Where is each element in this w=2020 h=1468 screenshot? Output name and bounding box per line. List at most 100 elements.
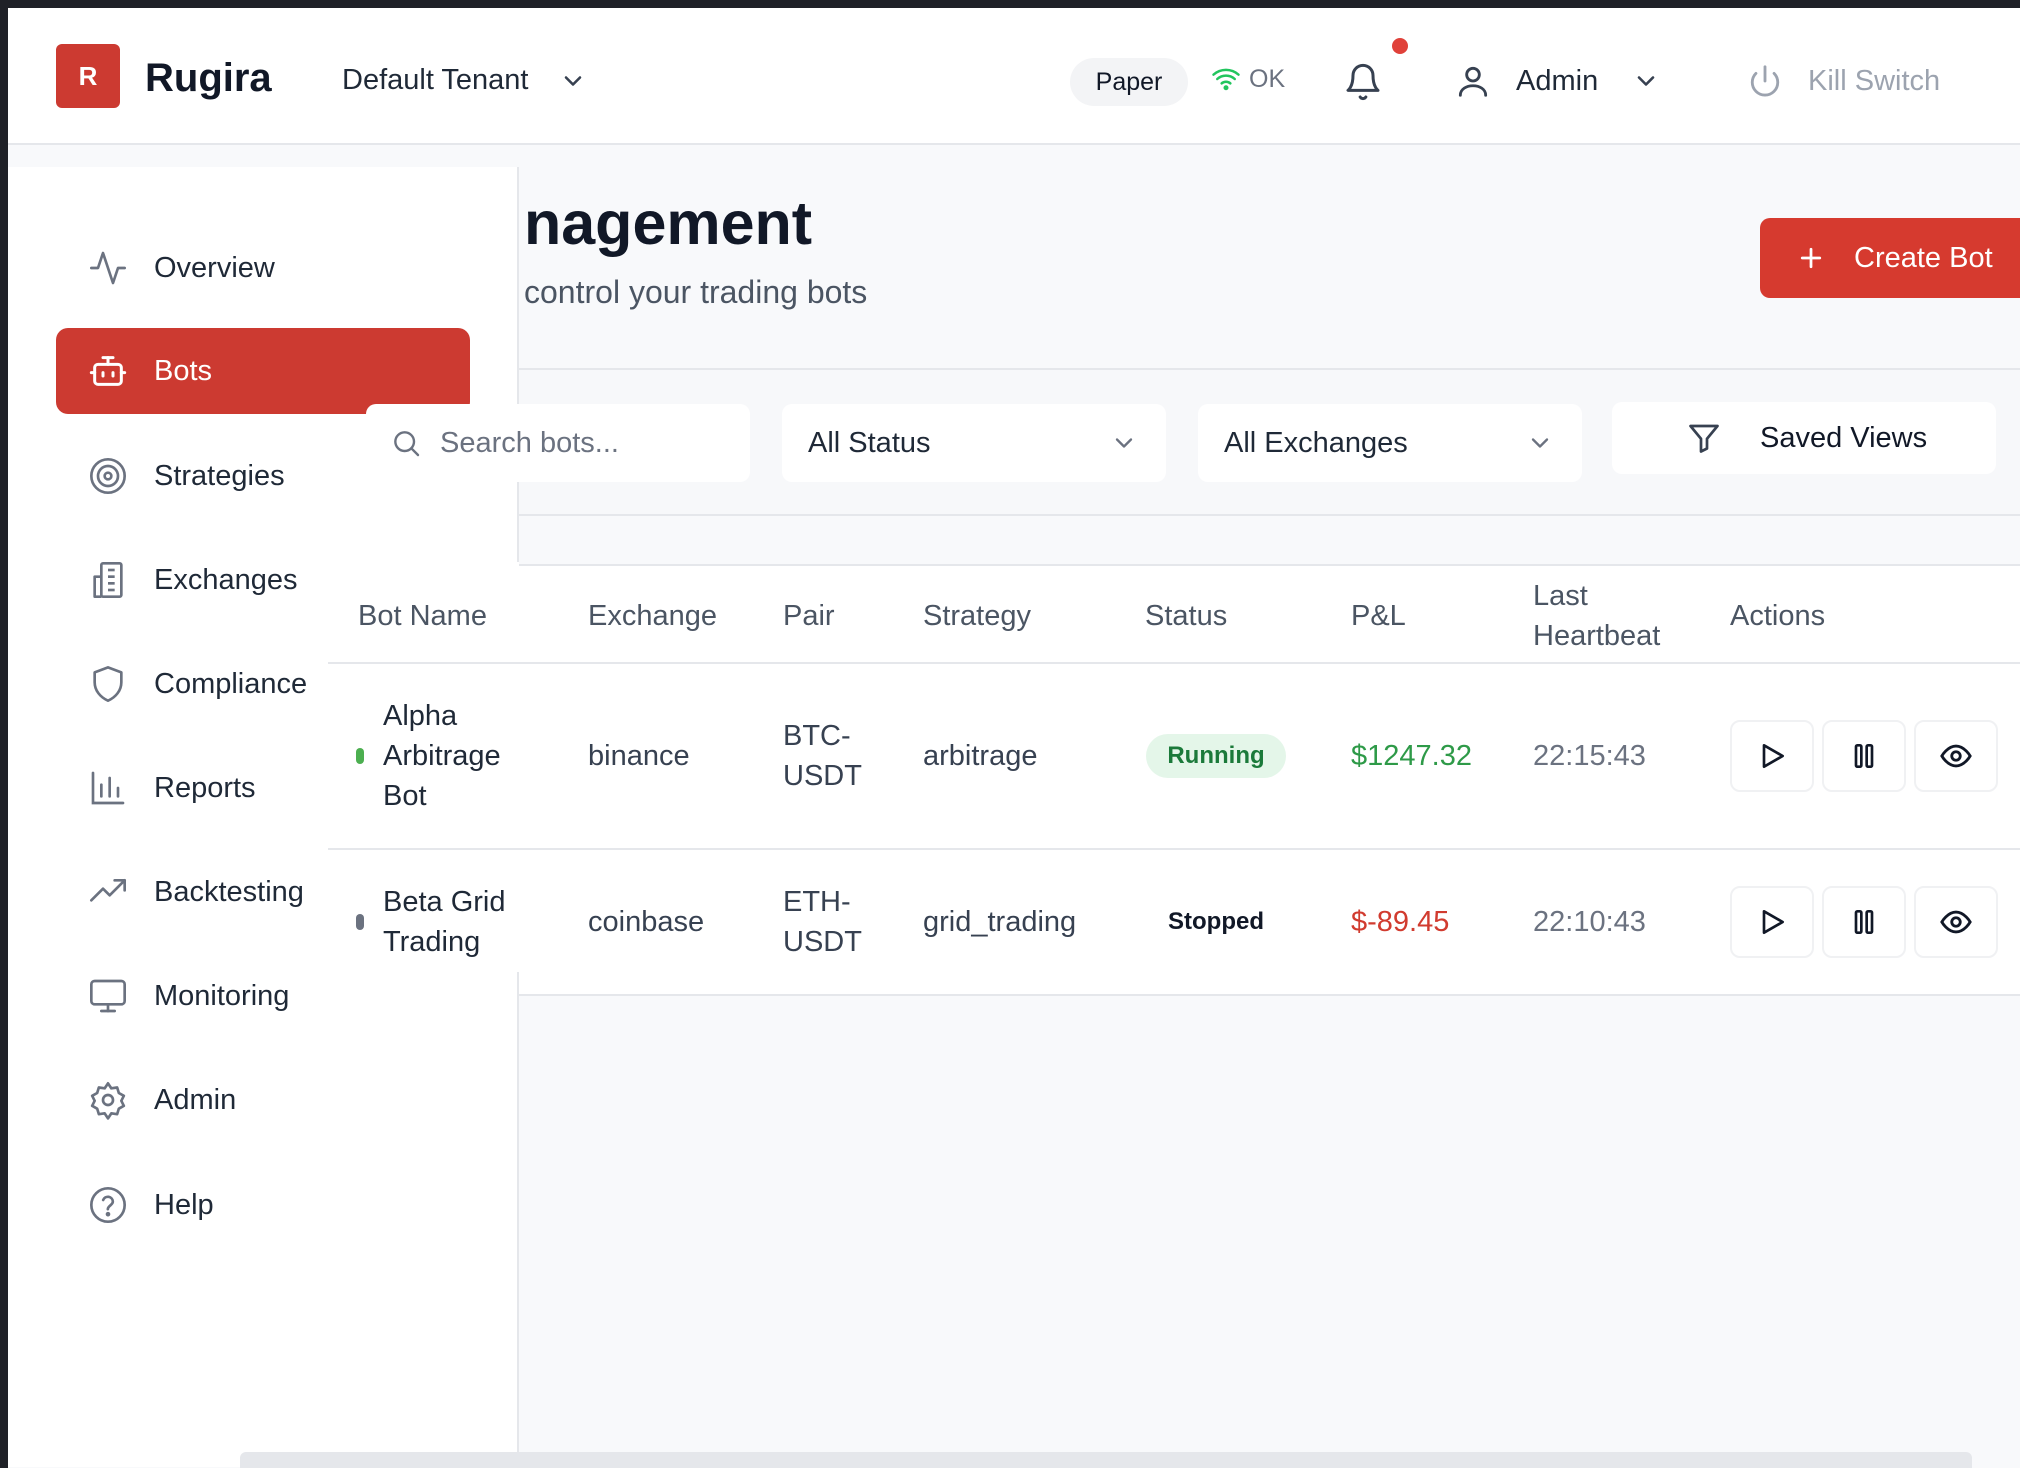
power-icon	[1750, 65, 1780, 97]
column-header-strategy[interactable]: Strategy	[923, 596, 1031, 637]
saved-views-label: Saved Views	[1760, 421, 1928, 454]
connection-status: OK	[1211, 64, 1285, 94]
sidebar-item-monitoring[interactable]: Monitoring	[56, 953, 470, 1039]
eye-icon	[1940, 744, 1972, 768]
sidebar-item-backtesting[interactable]: Backtesting	[56, 849, 470, 935]
user-name: Admin	[1516, 64, 1599, 97]
cell-heartbeat: 22:15:43	[1533, 740, 1646, 772]
cell-strategy: grid_trading	[923, 906, 1077, 938]
sidebar-item-exchanges[interactable]: Exchanges	[56, 537, 470, 623]
sidebar-item-label: Overview	[154, 251, 275, 284]
horizontal-scrollbar[interactable]	[240, 1452, 1972, 1468]
help-icon	[90, 1187, 126, 1223]
pause-icon	[1854, 744, 1874, 768]
wifi-icon	[1212, 68, 1240, 91]
column-header-actions: Actions	[1730, 600, 1826, 632]
building-icon	[93, 562, 123, 598]
cell-pair-line1: ETH-	[783, 886, 851, 918]
cell-pair-line1: BTC-	[783, 720, 851, 752]
tenant-selector[interactable]: Default Tenant	[342, 64, 587, 97]
sidebar-item-reports[interactable]: Reports	[56, 745, 470, 831]
pause-icon	[1854, 910, 1874, 934]
sidebar-item-admin[interactable]: Admin	[56, 1057, 470, 1143]
kill-switch-button[interactable]: Kill Switch	[1748, 64, 1940, 98]
plus-icon	[1800, 247, 1822, 269]
logo: R	[56, 44, 120, 108]
sidebar-item-label: Strategies	[154, 459, 285, 492]
column-header-heartbeat-line2[interactable]: Heartbeat	[1533, 616, 1660, 657]
user-menu[interactable]: Admin	[1454, 62, 1660, 100]
chevron-down-icon	[1637, 76, 1655, 86]
column-header-pair[interactable]: Pair	[783, 596, 835, 637]
page-subtitle: control your trading bots	[524, 274, 868, 310]
sidebar-item-overview[interactable]: Overview	[56, 225, 470, 311]
bot-icon	[89, 356, 127, 386]
user-icon	[1458, 66, 1488, 97]
view-bot-button[interactable]	[1914, 720, 1998, 792]
cell-pair-line2: USDT	[783, 760, 862, 792]
cell-exchange: coinbase	[588, 906, 705, 938]
sidebar-item-compliance[interactable]: Compliance	[56, 641, 470, 727]
create-bot-button[interactable]: Create Bot	[1760, 218, 2020, 298]
top-bar: R Rugira Default Tenant Paper OK Admin K…	[8, 8, 2020, 145]
column-header-exchange[interactable]: Exchange	[588, 596, 717, 637]
view-bot-button[interactable]	[1914, 886, 1998, 958]
cell-pnl: $1247.32	[1351, 740, 1472, 772]
saved-views-button[interactable]: Saved Views	[1612, 402, 1996, 474]
exchange-filter-select[interactable]: All Exchanges	[1198, 404, 1582, 482]
monitor-icon	[90, 979, 126, 1013]
sidebar-item-label: Exchanges	[154, 563, 298, 596]
start-bot-button[interactable]	[1730, 720, 1814, 792]
sidebar-item-label: Reports	[154, 771, 256, 804]
cell-pair-line2: USDT	[783, 926, 862, 958]
search-icon	[394, 431, 420, 457]
sidebar-item-label: Help	[154, 1188, 214, 1221]
cell-pnl: $-89.45	[1351, 906, 1450, 938]
sidebar-item-help[interactable]: Help	[56, 1162, 470, 1248]
kill-switch-label: Kill Switch	[1808, 64, 1941, 97]
sidebar-item-bots[interactable]: Bots	[56, 328, 470, 414]
trending-up-icon	[90, 879, 126, 902]
cell-exchange: binance	[588, 740, 690, 772]
bar-chart-icon	[91, 771, 125, 805]
column-header-status[interactable]: Status	[1145, 596, 1227, 637]
status-badge: Running	[1146, 734, 1286, 778]
sidebar-item-label: Admin	[154, 1083, 237, 1116]
play-icon	[1762, 744, 1784, 768]
activity-icon	[90, 251, 126, 285]
start-bot-button[interactable]	[1730, 886, 1814, 958]
status-filter-select[interactable]: All Status	[782, 404, 1166, 482]
chevron-down-icon	[564, 75, 581, 86]
target-icon	[90, 458, 126, 494]
filter-icon	[1689, 424, 1719, 453]
search-placeholder: Search bots...	[440, 426, 619, 459]
chevron-down-icon	[1115, 438, 1133, 448]
sidebar-item-label: Compliance	[154, 667, 308, 700]
eye-icon	[1940, 910, 1972, 934]
create-bot-label: Create Bot	[1854, 241, 1993, 274]
pause-bot-button[interactable]	[1822, 720, 1906, 792]
sidebar-item-label: Bots	[154, 354, 213, 387]
bell-icon[interactable]	[1343, 62, 1383, 102]
page-title: nagement	[524, 189, 813, 257]
play-icon	[1762, 910, 1784, 934]
cell-heartbeat: 22:10:43	[1533, 906, 1646, 938]
app-name: Rugira	[145, 56, 272, 100]
trading-mode-badge: Paper	[1070, 58, 1188, 106]
search-input[interactable]: Search bots...	[366, 404, 750, 482]
notification-dot	[1392, 38, 1408, 54]
status-badge: Stopped	[1168, 908, 1264, 935]
app-window: R Rugira Default Tenant Paper OK Admin K…	[8, 8, 2020, 1468]
gear-icon	[90, 1082, 126, 1120]
tenant-label: Default Tenant	[342, 64, 529, 96]
shield-icon	[93, 666, 123, 702]
column-header-heartbeat-line1[interactable]: Last	[1533, 576, 1588, 617]
chevron-down-icon	[1531, 438, 1549, 448]
pause-bot-button[interactable]	[1822, 886, 1906, 958]
connection-label: OK	[1249, 64, 1286, 93]
exchange-filter-value: All Exchanges	[1224, 426, 1408, 459]
status-filter-value: All Status	[808, 426, 931, 459]
sidebar-item-label: Backtesting	[154, 875, 304, 908]
cell-strategy: arbitrage	[923, 740, 1038, 772]
column-header-pnl[interactable]: P&L	[1351, 596, 1406, 637]
